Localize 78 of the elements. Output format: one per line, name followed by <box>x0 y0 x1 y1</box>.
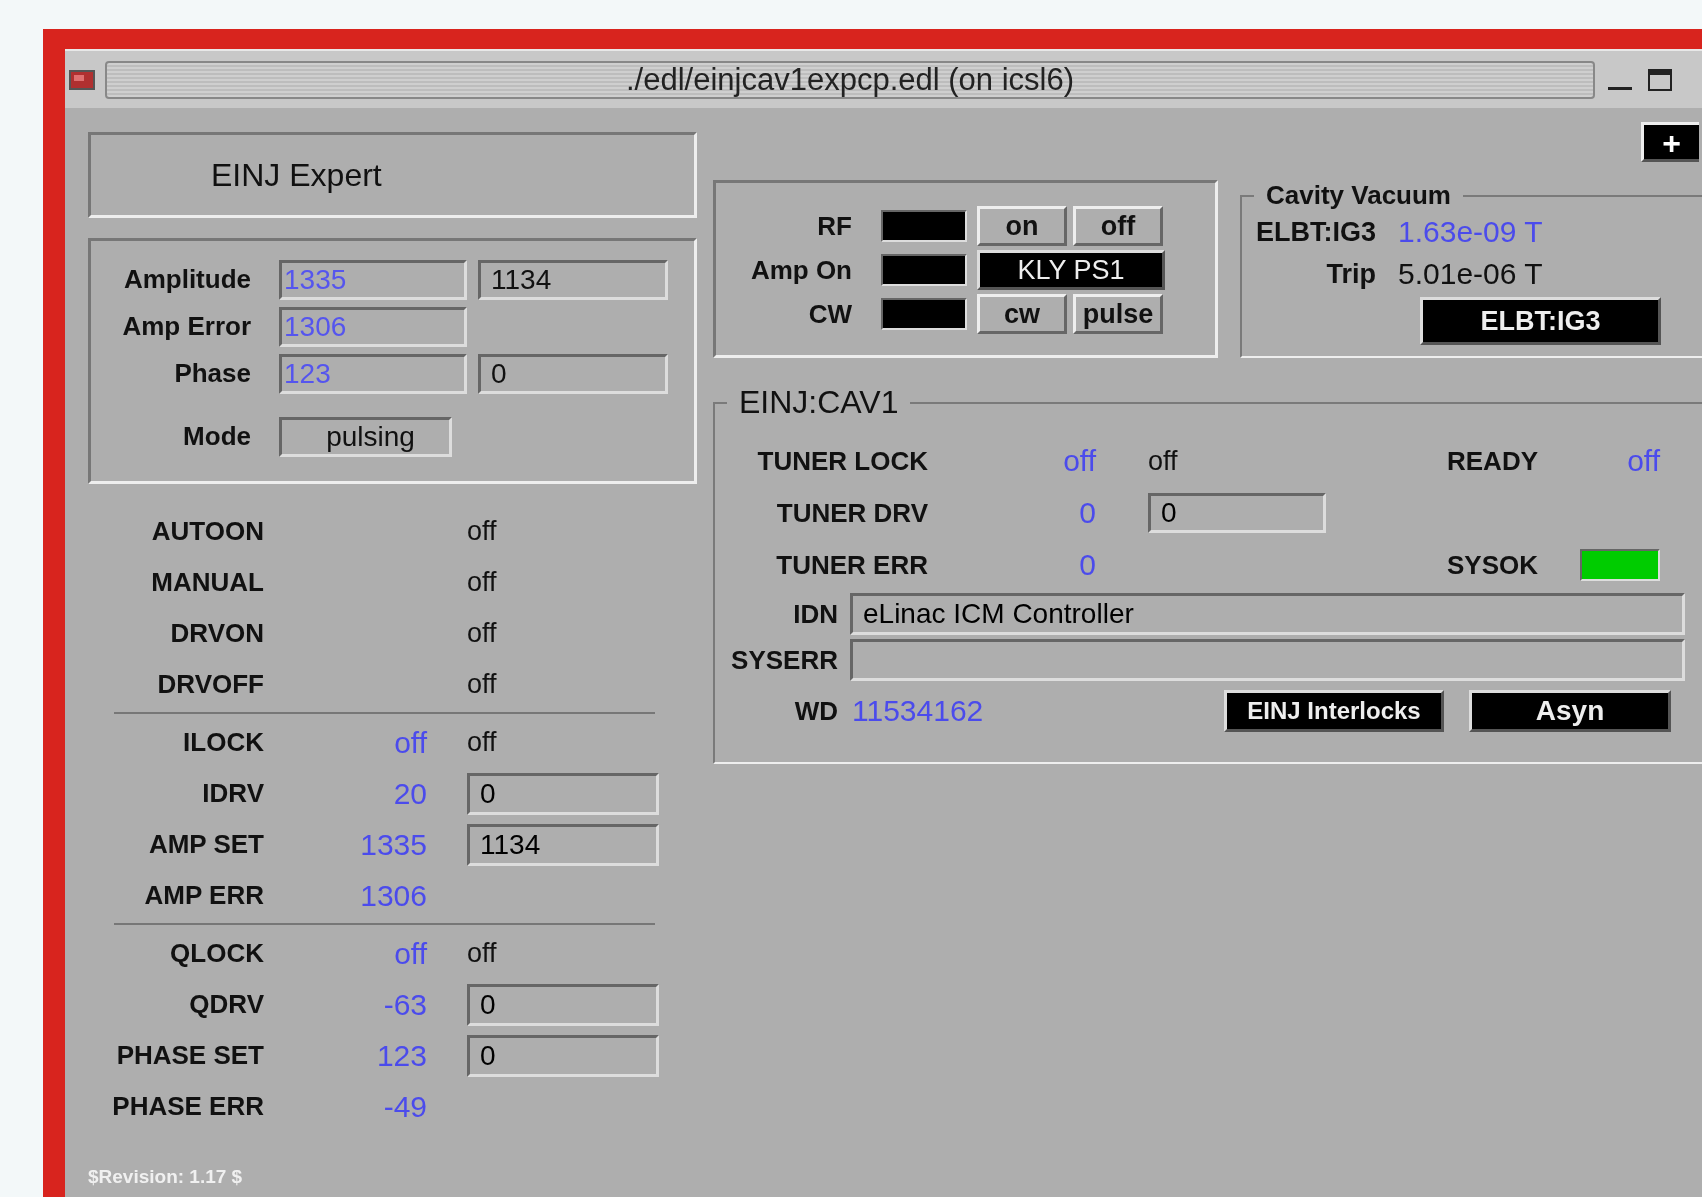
setpoint-field[interactable]: 0 <box>467 772 659 815</box>
signal-label: READY <box>1447 445 1538 477</box>
setpoint-field[interactable]: 0 <box>478 353 668 394</box>
readback-value: 1306 <box>359 878 427 913</box>
signal-label: PHASE SET <box>115 1040 264 1071</box>
watchdog-value: 11534162 <box>851 694 985 728</box>
signal-label: QDRV <box>188 989 264 1020</box>
field-label: Amplitude <box>122 264 252 295</box>
push-button[interactable]: pulse <box>1073 294 1163 334</box>
signal-label: TUNER ERR <box>775 548 928 582</box>
signal-label: MANUAL <box>150 567 264 598</box>
readback-value: off <box>1627 444 1660 478</box>
plus-button[interactable]: + <box>1641 122 1699 162</box>
setpoint-field[interactable]: 0 <box>467 983 659 1026</box>
control-label: Amp On <box>749 254 853 286</box>
gauge-label: ELBT:IG3 <box>1255 216 1377 248</box>
revision-text: $Revision: 1.17 $ <box>88 1166 244 1188</box>
readback-value: off <box>393 936 427 971</box>
control-label: CW <box>807 298 853 330</box>
readback-value: off <box>393 725 427 760</box>
setpoint-field[interactable]: 1134 <box>467 823 659 866</box>
readback-field: 1306 <box>279 306 467 347</box>
readback-value: 123 <box>375 1038 427 1073</box>
readback-value: 20 <box>392 776 427 811</box>
related-display-button[interactable]: ELBT:IG3 <box>1420 297 1661 345</box>
state-value: off <box>466 618 498 649</box>
signal-label: DRVOFF <box>156 669 264 700</box>
state-value: off <box>466 727 498 758</box>
pressure-value: 1.63e-09 T <box>1398 215 1543 249</box>
setpoint-field[interactable]: 0 <box>1148 493 1326 533</box>
signal-label: AMP SET <box>147 829 264 860</box>
signal-label: TUNER DRV <box>775 496 928 530</box>
idn-field: eLinac ICM Controller <box>850 593 1685 635</box>
push-button[interactable]: on <box>977 206 1067 246</box>
signal-label: ILOCK <box>182 727 264 758</box>
signal-label: DRVON <box>169 618 264 649</box>
field-label: Amp Error <box>121 311 252 342</box>
signal-label: IDRV <box>201 778 264 809</box>
window-icon[interactable] <box>69 69 95 90</box>
signal-label: SYSOK <box>1446 549 1538 581</box>
pressure-value: 5.01e-06 T <box>1398 257 1543 291</box>
group-title: Cavity Vacuum <box>1266 180 1451 210</box>
related-display-button[interactable]: KLY PS1 <box>977 250 1165 290</box>
readback-field: 123 <box>279 353 467 394</box>
field-label: Mode <box>182 421 252 452</box>
group-title: EINJ:CAV1 <box>739 384 899 420</box>
field-label: WD <box>793 695 839 727</box>
readback-value: 1335 <box>359 827 427 862</box>
field-label: SYSERR <box>730 644 839 676</box>
readback-field: 1335 <box>279 259 467 300</box>
readback-value: off <box>1062 443 1096 479</box>
setpoint-field[interactable]: 0 <box>467 1034 659 1077</box>
related-display-button[interactable]: Asyn <box>1469 690 1671 732</box>
signal-label: TUNER LOCK <box>756 444 928 478</box>
readback-value: 0 <box>1078 547 1096 583</box>
signal-label: QLOCK <box>169 938 264 969</box>
gauge-label: Trip <box>1325 258 1377 290</box>
push-button[interactable]: cw <box>977 294 1067 334</box>
readback-value: 0 <box>1078 495 1096 531</box>
control-label: RF <box>816 210 853 242</box>
panel-title: EINJ Expert <box>211 156 382 194</box>
push-button[interactable]: off <box>1073 206 1163 246</box>
mode-field: pulsing <box>279 416 452 457</box>
signal-label: PHASE ERR <box>111 1091 264 1122</box>
readback-value: -63 <box>382 987 427 1022</box>
state-value: off <box>466 938 498 969</box>
state-value: off <box>466 567 498 598</box>
state-value: off <box>466 669 498 700</box>
related-display-button[interactable]: EINJ Interlocks <box>1224 690 1444 732</box>
window-title: ./edl/einjcav1expcp.edl (on icsl6) <box>105 60 1595 99</box>
state-value: off <box>466 516 498 547</box>
field-label: IDN <box>792 598 839 630</box>
readback-value: -49 <box>382 1089 427 1124</box>
field-label: Phase <box>173 358 252 389</box>
state-value: off <box>1148 445 1178 477</box>
setpoint-field[interactable]: 1134 <box>478 259 668 300</box>
signal-label: AMP ERR <box>143 880 264 911</box>
signal-label: AUTOON <box>150 516 264 547</box>
